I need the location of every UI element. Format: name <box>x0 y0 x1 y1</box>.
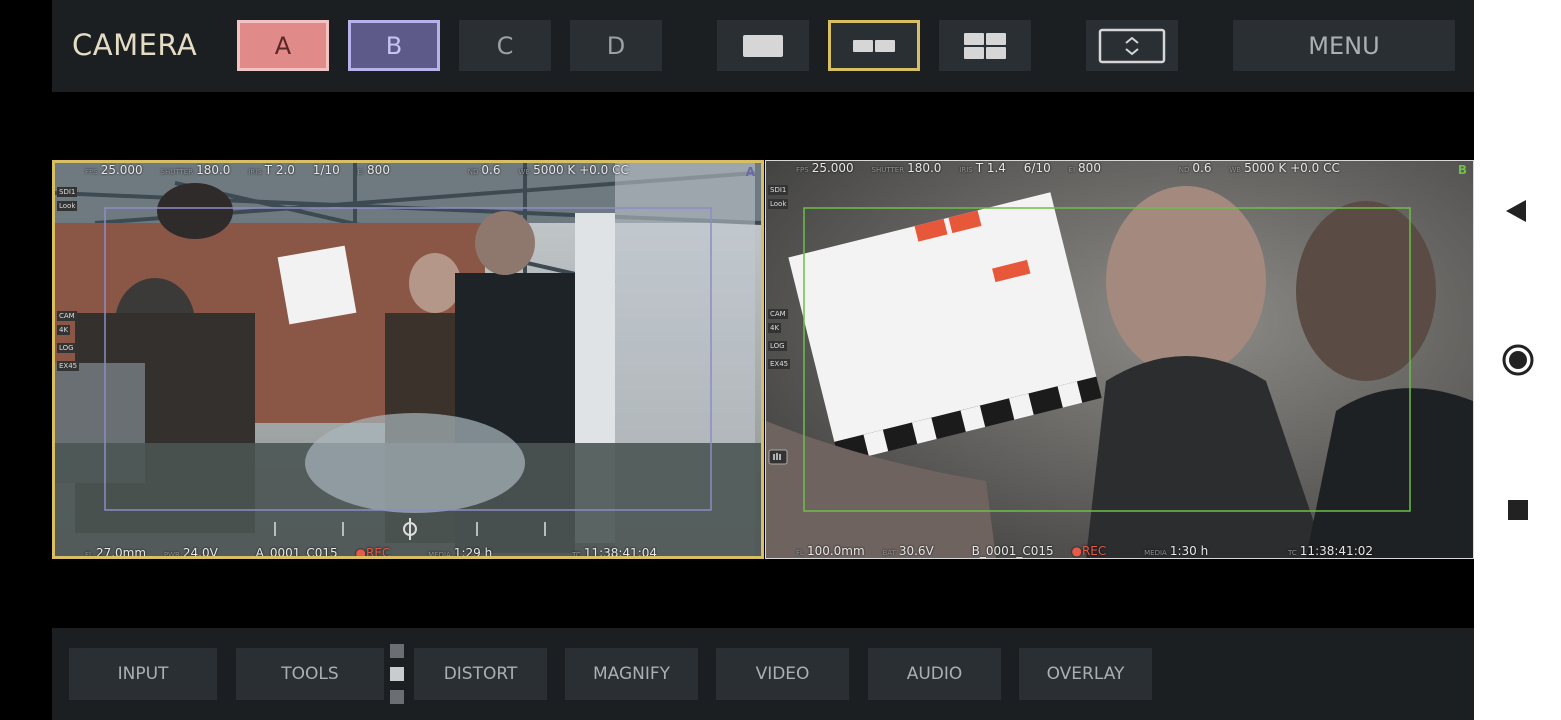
cam-tag: CAM <box>57 311 77 321</box>
camera-b-top-info: FPS 25.000 SHUTTER 180.0 IRIS T 1.4 6/10 EI… <box>796 161 1340 175</box>
dual-view-button[interactable] <box>828 20 920 71</box>
camera-b-button[interactable]: B <box>348 20 440 71</box>
dual-layout-icon <box>853 39 895 52</box>
tab-overlay[interactable]: OVERLAY <box>1019 648 1152 700</box>
shutter-value: 180.0 <box>907 161 942 175</box>
iris-step-value: 6/10 <box>1023 161 1051 175</box>
ex-tag: EX45 <box>768 359 791 369</box>
camera-a-channel-label: A <box>745 165 755 179</box>
iris-step-value: 1/10 <box>312 163 340 177</box>
media-remaining-value: 1:30 h <box>1169 544 1209 558</box>
camera-a-bottom-info: FL 27.0mm PWR 24.0V A_0001_C015 ●REC MEDIA… <box>85 546 658 559</box>
look-tag: Look <box>57 201 78 211</box>
ei-value: 800 <box>367 163 390 177</box>
camera-b-bottom-info: FL 100.0mm BAT 30.6V B_0001_C015 ●REC MEDI… <box>796 544 1374 558</box>
look-tag: Look <box>768 199 789 209</box>
cam-tag: CAM <box>768 309 788 319</box>
fps-value: 25.000 <box>811 161 854 175</box>
camera-a-feed-image <box>55 163 761 556</box>
resolution-tag: 4K <box>768 323 782 333</box>
timecode-value: 11:38:41:02 <box>1299 544 1374 558</box>
camera-a-viewport[interactable]: FPS 25.000 SHUTTER 180.0 IRIS T 2.0 1/10 EI… <box>52 160 764 559</box>
top-toolbar: CAMERA A B C D MENU <box>52 0 1474 92</box>
focal-length-value: 100.0mm <box>806 544 865 558</box>
timecode-value: 11:38:41:04 <box>583 546 658 559</box>
shutter-value: 180.0 <box>196 163 231 177</box>
rec-indicator: ● <box>1071 544 1082 558</box>
camera-a-top-info: FPS 25.000 SHUTTER 180.0 IRIS T 2.0 1/10 EI… <box>85 163 629 177</box>
focus-scale-icon <box>274 518 546 540</box>
quad-view-button[interactable] <box>939 20 1031 71</box>
drag-handle-icon[interactable] <box>390 667 404 681</box>
tab-input[interactable]: INPUT <box>69 648 217 700</box>
battery-value: 30.6V <box>898 544 934 558</box>
ex-tag: EX45 <box>57 361 80 371</box>
tab-magnify[interactable]: MAGNIFY <box>565 648 698 700</box>
drag-handle-icon[interactable] <box>390 644 404 658</box>
sdi-tag: SDI1 <box>57 187 78 197</box>
camera-b-channel-label: B <box>1457 163 1467 177</box>
camera-b-feed-image <box>766 161 1473 558</box>
clip-name: A_0001_C015 <box>255 546 338 559</box>
recents-icon[interactable] <box>1506 498 1530 522</box>
camera-a-button[interactable]: A <box>237 20 329 71</box>
fullscreen-toggle-icon <box>1098 28 1166 63</box>
power-value: 24.0V <box>182 546 218 559</box>
wb-value: 5000 K +0.0 CC <box>533 163 629 177</box>
nd-value: 0.6 <box>481 163 501 177</box>
log-tag: LOG <box>768 341 787 351</box>
hand-icon <box>768 449 788 465</box>
media-remaining-value: 1:29 h <box>453 546 493 559</box>
iris-value: T 2.0 <box>264 163 295 177</box>
single-layout-icon <box>743 34 783 57</box>
wb-value: 5000 K +0.0 CC <box>1244 161 1340 175</box>
back-icon[interactable] <box>1504 198 1528 224</box>
rec-label: REC <box>1081 544 1107 558</box>
menu-button[interactable]: MENU <box>1233 20 1455 71</box>
fps-value: 25.000 <box>100 163 143 177</box>
camera-app: CAMERA A B C D MENU FPS 25.000 SHUTTER 1… <box>52 0 1474 720</box>
rec-indicator: ● <box>355 546 366 559</box>
fullscreen-toggle-button[interactable] <box>1086 20 1178 71</box>
camera-d-button[interactable]: D <box>570 20 662 71</box>
drag-handle-icon[interactable] <box>390 690 404 704</box>
system-nav-bar <box>1474 0 1561 720</box>
bottom-toolbar: INPUT TOOLS DISTORT MAGNIFY VIDEO AUDIO … <box>52 628 1474 720</box>
home-icon[interactable] <box>1501 343 1535 377</box>
tab-distort[interactable]: DISTORT <box>414 648 547 700</box>
camera-c-button[interactable]: C <box>459 20 551 71</box>
resolution-tag: 4K <box>57 325 71 335</box>
tab-tools[interactable]: TOOLS <box>236 648 384 700</box>
tab-video[interactable]: VIDEO <box>716 648 849 700</box>
clip-name: B_0001_C015 <box>971 544 1054 558</box>
tab-audio[interactable]: AUDIO <box>868 648 1001 700</box>
page-title: CAMERA <box>72 28 198 62</box>
nd-value: 0.6 <box>1192 161 1212 175</box>
ei-value: 800 <box>1078 161 1101 175</box>
quad-layout-icon <box>964 32 1006 59</box>
camera-b-viewport[interactable]: FPS 25.000 SHUTTER 180.0 IRIS T 1.4 6/10 EI… <box>765 160 1474 559</box>
rec-label: REC <box>366 546 391 559</box>
single-view-button[interactable] <box>717 20 809 71</box>
iris-value: T 1.4 <box>975 161 1006 175</box>
focal-length-value: 27.0mm <box>95 546 147 559</box>
log-tag: LOG <box>57 343 76 353</box>
sdi-tag: SDI1 <box>768 185 789 195</box>
